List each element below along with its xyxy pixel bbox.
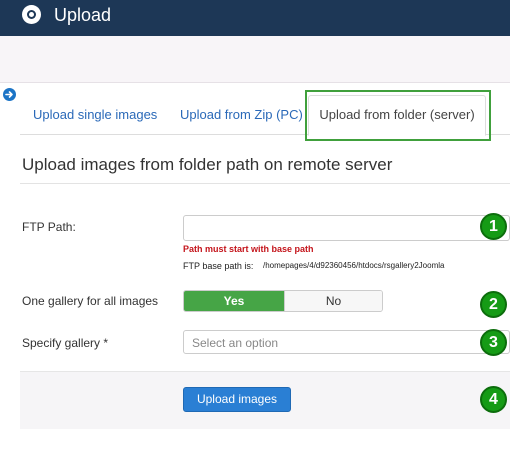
- page-title: Upload: [54, 5, 112, 25]
- app-header: Upload: [0, 0, 510, 36]
- arrow-right-circle-icon[interactable]: [3, 88, 16, 101]
- specify-gallery-label: Specify gallery *: [22, 336, 109, 350]
- tab-upload-single-images[interactable]: Upload single images: [21, 95, 169, 135]
- specify-gallery-placeholder: Select an option: [192, 336, 279, 350]
- active-tab-highlight: [305, 90, 491, 141]
- one-gallery-toggle: Yes No: [183, 290, 383, 312]
- section-divider: [20, 183, 510, 184]
- ftp-base-path-label: FTP base path is:: [183, 261, 254, 271]
- step-marker-4: 4: [480, 386, 507, 413]
- joomla-logo-icon: [22, 5, 41, 24]
- step-marker-3: 3: [480, 329, 507, 356]
- step-marker-2: 2: [480, 291, 507, 318]
- step-marker-1: 1: [480, 213, 507, 240]
- section-title: Upload images from folder path on remote…: [22, 155, 393, 174]
- one-gallery-no-button[interactable]: No: [284, 291, 382, 311]
- ftp-path-label: FTP Path:: [22, 220, 76, 234]
- specify-gallery-select[interactable]: Select an option: [183, 330, 510, 354]
- one-gallery-yes-button[interactable]: Yes: [184, 291, 284, 311]
- upload-images-button[interactable]: Upload images: [183, 387, 291, 412]
- ftp-path-input[interactable]: [183, 215, 510, 241]
- toolbar: [0, 36, 510, 83]
- ftp-base-path-value: /homepages/4/d92360456/htdocs/rsgallery2…: [263, 261, 445, 270]
- one-gallery-label: One gallery for all images: [22, 294, 159, 308]
- ftp-path-error: Path must start with base path: [183, 244, 314, 254]
- tab-upload-from-zip[interactable]: Upload from Zip (PC): [168, 95, 315, 135]
